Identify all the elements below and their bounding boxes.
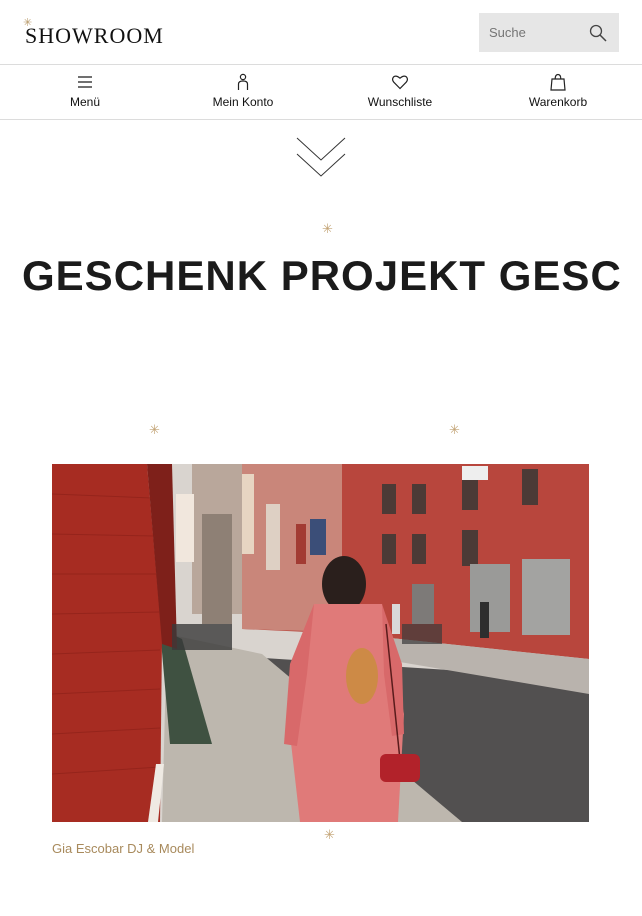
- headline-marquee: GESCHENK PROJEKT GESCHENK PROJEKT: [22, 253, 620, 303]
- search-box[interactable]: [479, 13, 619, 52]
- search-icon[interactable]: [589, 24, 607, 42]
- showroom-logo[interactable]: SHOWROOM: [25, 23, 164, 49]
- user-icon: [237, 73, 249, 90]
- site-header: ✳ SHOWROOM: [0, 0, 642, 65]
- shopping-bag-icon: [550, 73, 566, 91]
- nav-menu-label: Menü: [69, 95, 101, 109]
- street-photo-illustration: [52, 464, 589, 822]
- snowflake-icon: ✳: [322, 221, 333, 236]
- search-input[interactable]: [479, 13, 579, 52]
- snowflake-icon: ✳: [149, 422, 160, 437]
- snowflake-icon: ✳: [449, 422, 460, 437]
- main-navigation: Menü Mein Konto Wunschliste Warenkorb: [0, 65, 642, 120]
- hamburger-icon: [78, 76, 92, 88]
- nav-account-label: Mein Konto: [212, 95, 274, 109]
- double-chevron-down-icon[interactable]: [296, 136, 346, 180]
- nav-cart[interactable]: Warenkorb: [524, 73, 592, 115]
- photo-caption-link[interactable]: Gia Escobar DJ & Model: [52, 841, 194, 856]
- nav-wishlist[interactable]: Wunschliste: [363, 73, 437, 115]
- nav-menu[interactable]: Menü: [62, 73, 108, 115]
- nav-wishlist-label: Wunschliste: [367, 95, 433, 109]
- page-headline: GESCHENK PROJEKT GESCHENK PROJEKT: [22, 253, 620, 299]
- heart-icon: [391, 75, 409, 90]
- snowflake-icon: ✳: [324, 827, 335, 842]
- nav-cart-label: Warenkorb: [528, 95, 588, 109]
- nav-account[interactable]: Mein Konto: [206, 73, 280, 115]
- feature-photo[interactable]: [52, 464, 589, 822]
